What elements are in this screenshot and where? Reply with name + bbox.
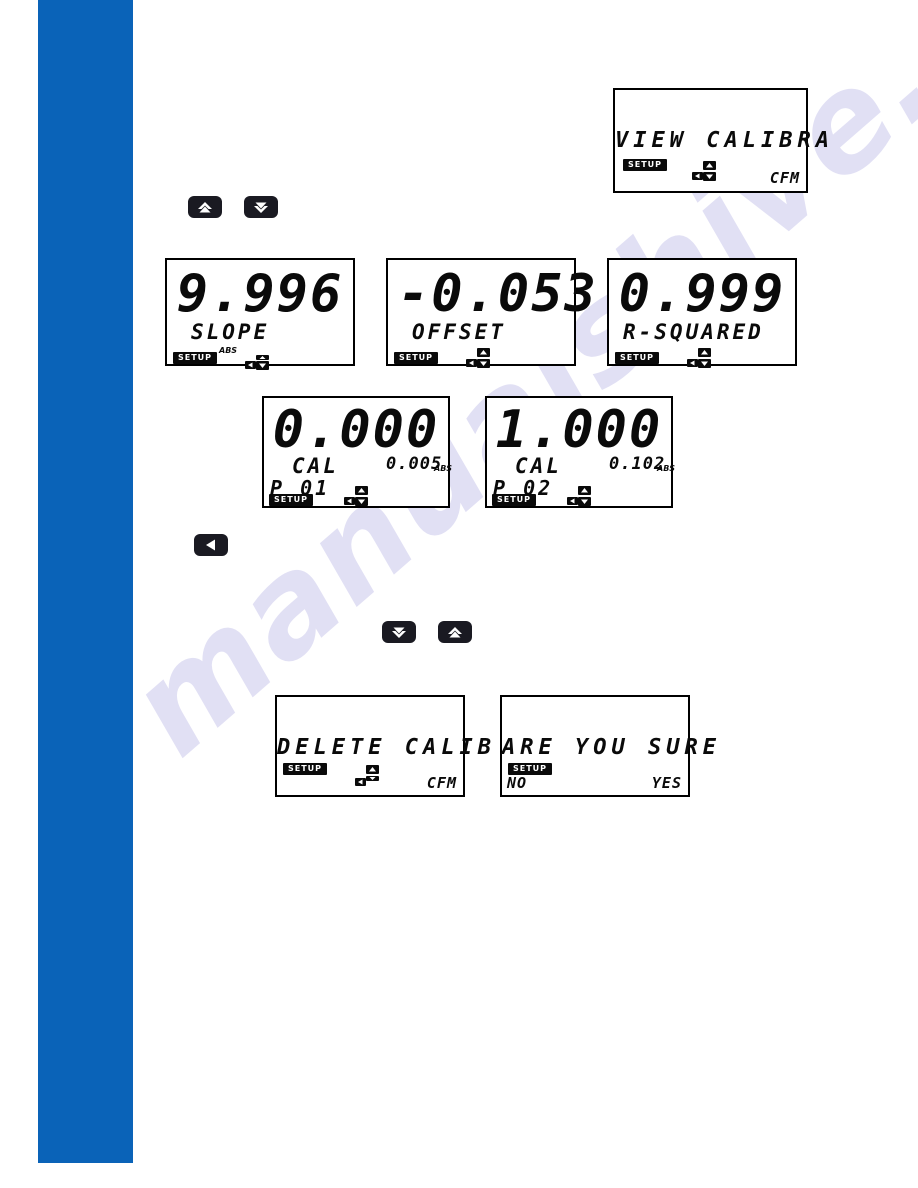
keypad-down-icon (366, 776, 379, 781)
keypad-hint (466, 348, 492, 370)
lcd-value: -0.053 (398, 264, 598, 324)
keypad-left-icon (245, 361, 256, 369)
lcd-corner-right-yes[interactable]: YES (652, 776, 682, 791)
up-arrow-icon (198, 201, 212, 212)
lcd-offset: -0.053 OFFSET SETUP (386, 258, 596, 368)
keypad-down-icon (256, 361, 269, 370)
keypad-up-icon (578, 486, 591, 495)
lcd-value: 0.999 (618, 264, 786, 324)
lcd-slope: 9.996 SLOPE ABS SETUP (165, 258, 355, 370)
lcd-corner-right: CFM (426, 774, 457, 792)
manual-page: manualshive.com VIEW CALIBRA SETUP CFM 9… (0, 0, 918, 1188)
status-badge-setup: SETUP (173, 352, 218, 364)
page-spine-bar (38, 0, 133, 1163)
keypad-hint (567, 486, 593, 508)
lcd-label: SLOPE (191, 320, 270, 344)
lcd-corner-left-no[interactable]: NO (507, 776, 527, 791)
button-down-2[interactable] (382, 621, 416, 643)
keypad-down-icon (703, 172, 716, 181)
lcd-unit-tag: ABS (434, 464, 453, 473)
lcd-value: 1.000 (495, 400, 663, 460)
keypad-up-icon (703, 161, 716, 170)
lcd-unit-tag: ABS (657, 464, 676, 473)
watermark: manualshive.com (99, 0, 918, 980)
lcd-message: DELETE CALIB (277, 735, 496, 760)
keypad-left-icon (567, 497, 578, 505)
button-down-1[interactable] (244, 196, 278, 218)
down-arrow-icon (392, 627, 406, 638)
lcd-label: CAL (515, 454, 562, 478)
keypad-down-icon (355, 497, 368, 506)
keypad-up-icon (355, 486, 368, 495)
keypad-up-icon (477, 348, 490, 357)
lcd-cal-point-1: 0.000 CAL 0.005 ABS P 01 SETUP (262, 396, 453, 508)
keypad-hint (245, 352, 271, 374)
left-arrow-icon (206, 539, 215, 551)
lcd-unit-tag: ABS (219, 346, 238, 355)
status-badge-setup: SETUP (492, 494, 537, 506)
down-arrow-icon (254, 202, 268, 213)
lcd-r-squared: 0.999 R-SQUARED SETUP (607, 258, 797, 368)
keypad-hint (355, 765, 381, 787)
lcd-delete-calibration: DELETE CALIB SETUP CFM (275, 695, 496, 797)
status-badge-setup: SETUP (394, 352, 439, 364)
lcd-are-you-sure: ARE YOU SURE SETUP NO YES (500, 695, 721, 797)
button-back[interactable] (194, 534, 228, 556)
lcd-value: 0.000 (272, 400, 440, 460)
button-up-1[interactable] (188, 196, 222, 218)
status-badge-setup: SETUP (283, 763, 328, 775)
lcd-label: OFFSET (412, 320, 506, 344)
keypad-down-icon (698, 359, 711, 368)
lcd-corner-right: CFM (769, 169, 800, 187)
lcd-message: ARE YOU SURE (502, 735, 721, 760)
status-badge-setup: SETUP (269, 494, 314, 506)
keypad-left-icon (466, 359, 477, 367)
up-arrow-icon (448, 626, 462, 637)
keypad-hint (692, 161, 718, 183)
keypad-up-icon (256, 355, 269, 360)
keypad-left-icon (687, 359, 698, 367)
keypad-hint (344, 486, 370, 508)
keypad-hint (687, 348, 713, 370)
status-badge-setup: SETUP (623, 159, 668, 171)
keypad-up-icon (366, 765, 379, 774)
keypad-down-icon (477, 359, 490, 368)
keypad-left-icon (355, 778, 366, 786)
lcd-value: 9.996 (176, 264, 344, 324)
keypad-down-icon (578, 497, 591, 506)
lcd-message: VIEW CALIBRA (615, 128, 834, 153)
status-badge-setup: SETUP (615, 352, 660, 364)
lcd-view-calibration: VIEW CALIBRA SETUP CFM (613, 88, 834, 193)
lcd-label: R-SQUARED (623, 320, 764, 344)
keypad-left-icon (692, 172, 703, 180)
keypad-left-icon (344, 497, 355, 505)
lcd-label: CAL (292, 454, 339, 478)
keypad-up-icon (698, 348, 711, 357)
lcd-cal-point-2: 1.000 CAL 0.102 ABS P 02 SETUP (485, 396, 676, 508)
button-up-2[interactable] (438, 621, 472, 643)
